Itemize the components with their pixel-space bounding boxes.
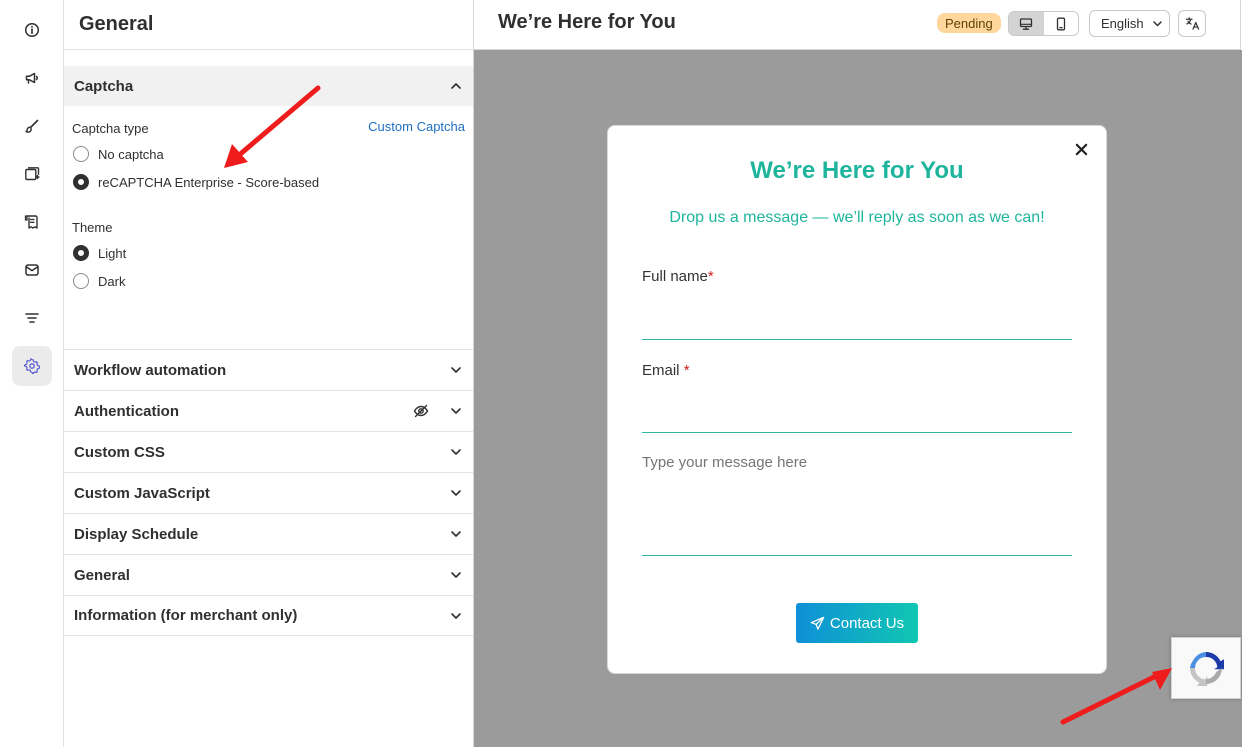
rail-settings[interactable] (12, 346, 52, 386)
contact-us-label: Contact Us (829, 614, 905, 632)
full-name-label: Full name* (642, 268, 714, 285)
captcha-section-header[interactable]: Captcha (64, 66, 473, 106)
info-icon (24, 22, 40, 38)
captcha-option-label: reCAPTCHA Enterprise - Score-based (98, 174, 320, 190)
theme-option-dark[interactable]: Dark (73, 273, 125, 289)
brush-icon (25, 119, 39, 133)
status-badge: Pending (937, 13, 1001, 33)
rail-submissions[interactable] (12, 202, 52, 242)
preview-canvas: We’re Here for You Drop us a message — w… (474, 50, 1242, 747)
chevron-down-icon (451, 490, 461, 496)
section-information[interactable]: Information (for merchant only) (64, 595, 473, 636)
radio-unchecked[interactable] (73, 273, 89, 289)
icon-rail (0, 0, 64, 747)
custom-captcha-link[interactable]: Custom Captcha (368, 119, 465, 134)
megaphone-icon (25, 72, 38, 84)
rail-forms[interactable] (12, 154, 52, 194)
theme-label: Theme (72, 220, 113, 235)
section-custom-css[interactable]: Custom CSS (64, 431, 473, 472)
panel-header: General (64, 0, 473, 50)
section-display-schedule[interactable]: Display Schedule (64, 513, 473, 554)
theme-option-label: Dark (98, 273, 126, 289)
chevron-up-icon (451, 83, 461, 89)
language-select[interactable]: English (1089, 10, 1170, 37)
rail-info[interactable] (12, 10, 52, 50)
receipt-icon (24, 215, 38, 229)
chevron-down-icon (451, 408, 461, 414)
section-authentication[interactable]: Authentication (64, 390, 473, 431)
desktop-view-button[interactable] (1009, 12, 1044, 35)
rail-email[interactable] (12, 250, 52, 290)
desktop-icon (1020, 17, 1033, 30)
rail-announcement[interactable] (12, 58, 52, 98)
captcha-option-recaptcha[interactable]: reCAPTCHA Enterprise - Score-based (73, 174, 319, 190)
preview-area: We’re Here for You Pending English We’re… (474, 0, 1242, 747)
preview-title: We’re Here for You (498, 11, 676, 33)
message-input[interactable] (642, 454, 1072, 556)
theme-option-light[interactable]: Light (73, 245, 126, 261)
captcha-option-none[interactable]: No captcha (73, 146, 164, 162)
section-custom-javascript[interactable]: Custom JavaScript (64, 472, 473, 513)
email-label: Email * (642, 362, 690, 379)
chevron-down-icon (451, 367, 461, 373)
mobile-view-button[interactable] (1044, 12, 1079, 35)
contact-form-popup: We’re Here for You Drop us a message — w… (607, 125, 1107, 674)
form-subheading: Drop us a message — we’ll reply as soon … (669, 209, 1045, 226)
section-workflow-automation[interactable]: Workflow automation (64, 349, 473, 390)
send-icon (810, 616, 825, 630)
section-label: Custom CSS (74, 443, 165, 461)
captcha-section-body: Captcha type Custom Captcha No captcha r… (64, 106, 473, 349)
rail-filters[interactable] (12, 298, 52, 338)
language-value: English (1101, 16, 1144, 31)
settings-sections: Workflow automation Authentication Custo… (64, 349, 473, 636)
gear-icon (24, 358, 40, 374)
recaptcha-logo-icon (1190, 652, 1224, 686)
chevron-down-icon (451, 572, 461, 578)
mobile-icon (1056, 17, 1065, 30)
rail-design[interactable] (12, 106, 52, 146)
recaptcha-badge[interactable] (1171, 637, 1241, 699)
captcha-type-label: Captcha type (72, 121, 149, 136)
section-label: Authentication (74, 402, 179, 420)
full-name-input[interactable] (642, 302, 1072, 340)
email-input[interactable] (642, 396, 1072, 433)
captcha-option-label: No captcha (98, 146, 164, 162)
section-label: Custom JavaScript (74, 484, 210, 502)
settings-panel: General Captcha Captcha type Custom Capt… (64, 0, 474, 747)
mail-icon (25, 264, 39, 276)
chevron-down-icon (451, 449, 461, 455)
contact-us-button[interactable]: Contact Us (796, 603, 918, 643)
section-label: General (74, 566, 130, 584)
required-mark: * (683, 362, 690, 379)
device-toggle (1008, 11, 1079, 36)
required-mark: * (707, 268, 714, 285)
section-label: Information (for merchant only) (74, 607, 298, 624)
form-add-icon (25, 167, 40, 181)
chevron-down-icon (451, 612, 461, 619)
preview-toolbar: We’re Here for You Pending English (474, 0, 1241, 50)
translate-button[interactable] (1178, 10, 1206, 37)
panel-title: General (79, 13, 154, 35)
filter-icon (25, 313, 39, 323)
email-text: Email (642, 362, 684, 379)
close-button[interactable] (1072, 140, 1090, 158)
eye-off-icon (413, 404, 429, 418)
radio-checked[interactable] (73, 245, 89, 261)
close-icon (1075, 143, 1087, 155)
full-name-text: Full name (642, 268, 708, 285)
section-label: Workflow automation (74, 361, 227, 379)
section-general[interactable]: General (64, 554, 473, 595)
chevron-down-icon (451, 531, 461, 537)
radio-unchecked[interactable] (73, 146, 89, 162)
section-label: Display Schedule (74, 525, 199, 543)
chevron-down-icon (1152, 21, 1162, 27)
translate-icon (1185, 17, 1199, 30)
form-heading: We’re Here for You (750, 157, 964, 184)
captcha-section-label: Captcha (74, 77, 134, 95)
theme-option-label: Light (98, 245, 127, 261)
radio-checked[interactable] (73, 174, 89, 190)
